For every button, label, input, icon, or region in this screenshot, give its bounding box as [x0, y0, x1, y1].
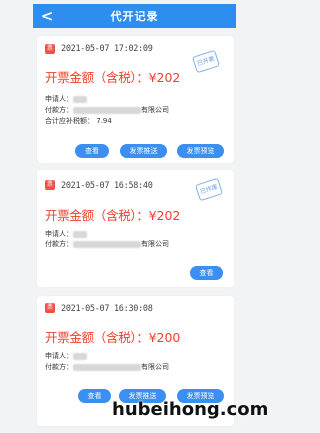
preview-invoice-button[interactable]: 发票预览	[177, 144, 224, 158]
applicant-label: 申请人：	[45, 230, 73, 238]
payer-suffix: 有限公司	[141, 240, 169, 248]
invoice-amount: 开票金额（含税）：¥200	[45, 331, 180, 345]
watermark-text: hubeihong.com	[112, 399, 269, 420]
redacted-name	[73, 352, 87, 360]
payer-suffix: 有限公司	[141, 106, 169, 114]
redacted-name	[73, 95, 87, 103]
invoice-amount: 开票金额（含税）：¥202	[45, 71, 180, 85]
back-arrow-icon[interactable]: <	[39, 7, 55, 25]
amount-value: ¥202	[148, 70, 181, 85]
payer-suffix: 有限公司	[141, 363, 169, 371]
status-stamp: 已开票	[191, 49, 221, 74]
payer-label: 付款方：	[45, 106, 73, 114]
payer-label: 付款方：	[45, 240, 73, 248]
applicant-label: 申请人：	[45, 352, 73, 360]
amount-value: ¥200	[148, 330, 181, 345]
view-button[interactable]: 查看	[78, 389, 111, 403]
tax-value: 7.94	[96, 117, 112, 125]
amount-label: 开票金额（含税）：	[45, 208, 149, 223]
invoice-amount: 开票金额（含税）：¥202	[45, 209, 180, 223]
payer-row: 付款方： 有限公司	[45, 363, 169, 372]
view-button[interactable]: 查看	[190, 266, 223, 280]
invoice-icon: 票	[45, 180, 55, 190]
applicant-row: 申请人：	[45, 95, 87, 104]
invoice-icon: 票	[45, 303, 55, 313]
applicant-row: 申请人：	[45, 230, 87, 239]
record-time: 2021-05-07 16:30:08	[61, 304, 153, 314]
push-invoice-button[interactable]: 发票推送	[120, 144, 167, 158]
amount-label: 开票金额（含税）：	[45, 70, 149, 85]
redacted-company	[73, 240, 141, 248]
redacted-name	[73, 230, 87, 238]
amount-value: ¥202	[148, 208, 181, 223]
record-card[interactable]: 票 2021-05-07 16:58:40 已作废 开票金额（含税）：¥202 …	[37, 170, 234, 287]
tax-row: 合计应补税额： 7.94	[45, 117, 112, 126]
status-stamp: 已作废	[194, 177, 224, 202]
payer-label: 付款方：	[45, 363, 73, 371]
record-time: 2021-05-07 16:58:40	[61, 181, 153, 191]
applicant-row: 申请人：	[45, 352, 87, 361]
payer-row: 付款方： 有限公司	[45, 106, 169, 115]
record-time: 2021-05-07 17:02:09	[61, 44, 153, 54]
top-nav-bar: < 代开记录	[33, 4, 236, 28]
payer-row: 付款方： 有限公司	[45, 240, 169, 249]
page-title: 代开记录	[110, 10, 159, 23]
redacted-company	[73, 106, 141, 114]
tax-label: 合计应补税额：	[45, 117, 94, 125]
invoice-icon: 票	[45, 44, 55, 54]
record-card[interactable]: 票 2021-05-07 17:02:09 已开票 开票金额（含税）：¥202 …	[37, 36, 234, 163]
redacted-company	[73, 363, 141, 371]
amount-label: 开票金额（含税）：	[45, 330, 149, 345]
view-button[interactable]: 查看	[75, 144, 109, 158]
applicant-label: 申请人：	[45, 95, 73, 103]
